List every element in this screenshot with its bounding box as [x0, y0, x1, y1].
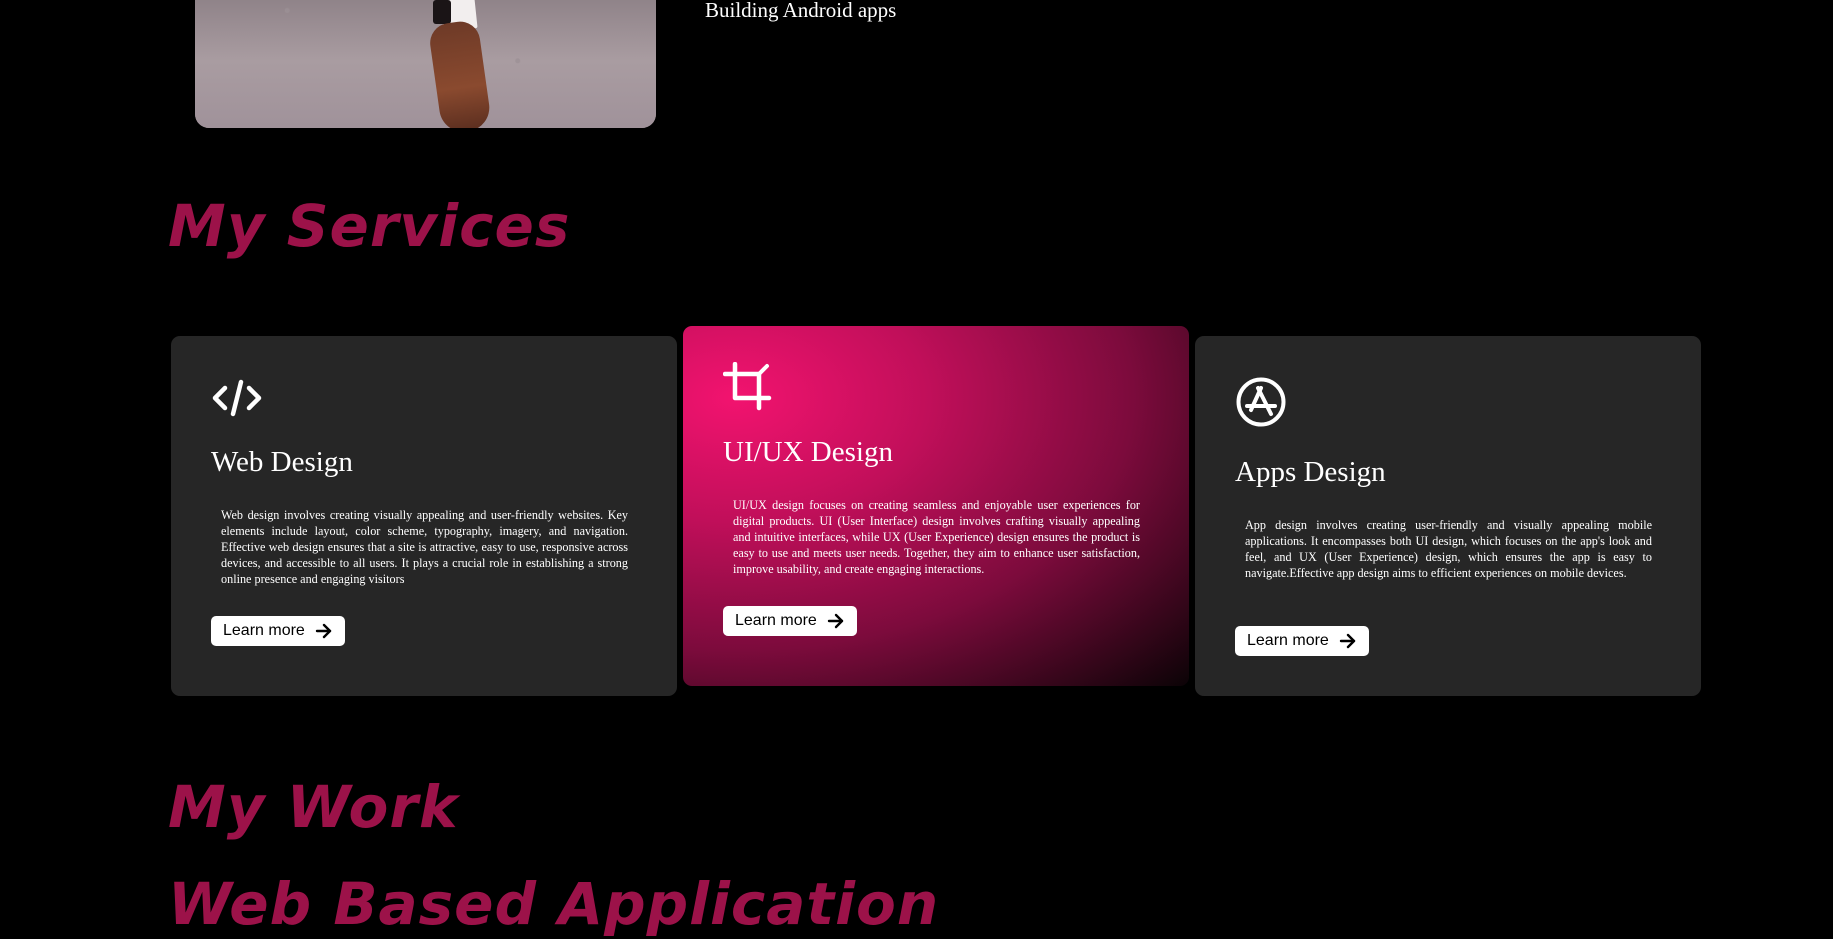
- services-heading: My Services: [168, 192, 571, 260]
- profile-photo: [195, 0, 656, 128]
- arrow-right-icon: [1339, 633, 1356, 649]
- card-description: Web design involves creating visually ap…: [221, 508, 628, 586]
- service-card-web-design[interactable]: Web Design Web design involves creating …: [171, 336, 677, 696]
- card-title: UI/UX Design: [723, 436, 893, 468]
- learn-more-label: Learn more: [1247, 632, 1329, 649]
- card-description: UI/UX design focuses on creating seamles…: [733, 498, 1140, 576]
- learn-more-label: Learn more: [223, 622, 305, 639]
- learn-more-button[interactable]: Learn more: [723, 606, 857, 636]
- card-title: Web Design: [211, 446, 353, 478]
- work-subheading: Web Based Application: [168, 870, 940, 938]
- photo-background: [195, 0, 656, 128]
- learn-more-button[interactable]: Learn more: [211, 616, 345, 646]
- card-description: App design involves creating user-friend…: [1245, 518, 1652, 580]
- arrow-right-icon: [315, 623, 332, 639]
- arrow-right-icon: [827, 613, 844, 629]
- service-card-apps-design[interactable]: Apps Design App design involves creating…: [1195, 336, 1701, 696]
- app-store-icon: [1236, 377, 1286, 427]
- hero-tagline: Building Android apps: [705, 0, 897, 22]
- service-card-uiux-design[interactable]: UI/UX Design UI/UX design focuses on cre…: [683, 326, 1189, 686]
- card-title: Apps Design: [1235, 456, 1386, 488]
- crop-icon: [723, 362, 772, 411]
- photo-ankle: [433, 0, 451, 24]
- work-heading: My Work: [168, 773, 459, 841]
- code-icon: [212, 379, 262, 417]
- learn-more-label: Learn more: [735, 612, 817, 629]
- learn-more-button[interactable]: Learn more: [1235, 626, 1369, 656]
